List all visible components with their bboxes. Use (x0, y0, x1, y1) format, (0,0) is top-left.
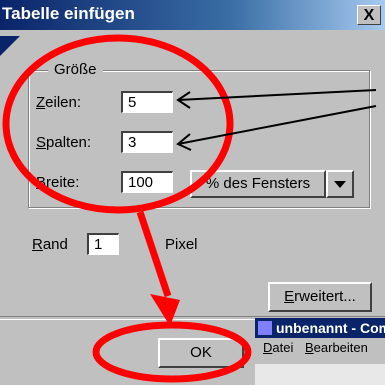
menu-item-file[interactable]: Datei (263, 340, 293, 355)
title-bar: Tabelle einfügen X (0, 0, 385, 30)
close-button[interactable]: X (357, 5, 381, 25)
background-window-title: unbenannt - Comp (255, 318, 385, 338)
size-group-legend: Größe (48, 61, 103, 78)
app-icon (258, 321, 272, 335)
menu-item-edit[interactable]: Bearbeiten (305, 340, 368, 355)
chevron-down-icon (334, 181, 346, 188)
border-unit-label: Pixel (165, 236, 198, 253)
rows-input[interactable]: 5 (121, 91, 173, 113)
background-window-menu: Datei Bearbeiten (255, 340, 385, 362)
border-label: Rand (32, 236, 68, 253)
width-label: Breite: (36, 174, 80, 191)
width-unit-select[interactable]: % des Fensters (190, 170, 326, 198)
annotation-corner-arrow (0, 36, 20, 56)
columns-label: Spalten: (36, 134, 92, 151)
background-window-toolbar (255, 364, 385, 385)
columns-input[interactable]: 3 (121, 131, 173, 153)
rows-label: Zeilen: (36, 94, 82, 111)
ok-button[interactable]: OK (158, 338, 244, 368)
background-window: unbenannt - Comp Datei Bearbeiten (255, 318, 385, 385)
annotation-arrow-to-ok (136, 210, 172, 298)
advanced-button[interactable]: Erweitert... (268, 282, 372, 312)
border-input[interactable]: 1 (87, 233, 119, 255)
dialog-title: Tabelle einfügen (2, 4, 135, 23)
width-unit-dropdown-button[interactable] (326, 170, 354, 198)
width-input[interactable]: 100 (121, 171, 173, 193)
annotation-arrowhead (150, 294, 180, 326)
